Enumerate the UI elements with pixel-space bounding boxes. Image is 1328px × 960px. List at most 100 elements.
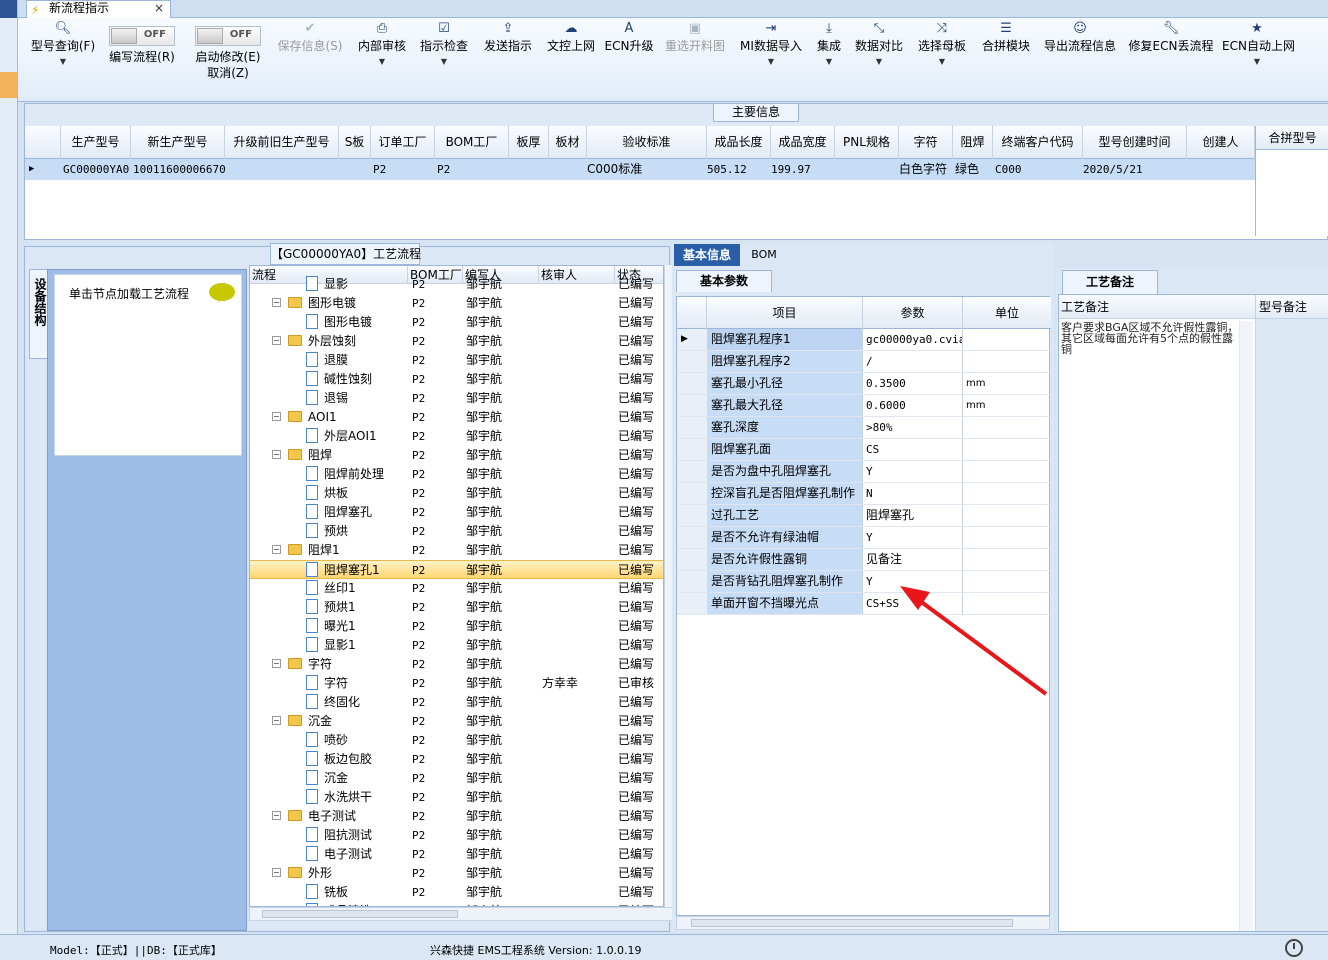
tree-cell-writer[interactable]: 邹宇航 xyxy=(466,332,538,351)
tree-cell-writer[interactable]: 邹宇航 xyxy=(466,883,538,902)
table-cell[interactable] xyxy=(551,159,587,180)
table-cell[interactable]: P2 xyxy=(437,159,509,180)
process-tree-row[interactable]: 预烘 P2 邹宇航 已编写 xyxy=(250,522,663,541)
table-cell[interactable]: C000 xyxy=(995,159,1083,180)
table-cell[interactable]: 10011600006670 xyxy=(133,159,225,180)
tree-cell-factory[interactable]: P2 xyxy=(412,579,462,598)
tree-cell-reviewer[interactable] xyxy=(542,655,614,674)
tree-cell-status[interactable]: 已编写 xyxy=(618,579,662,598)
integrate-button[interactable]: ⤓ 集成 ▼ xyxy=(812,18,846,102)
tree-cell-writer[interactable]: 邹宇航 xyxy=(466,522,538,541)
tree-cell-name[interactable]: 退锡 xyxy=(324,389,408,408)
tree-cell-name[interactable]: 沉金 xyxy=(308,712,408,731)
param-item[interactable]: 阻焊塞孔面 xyxy=(707,439,863,460)
process-tree-row[interactable]: 阻抗测试 P2 邹宇航 已编写 xyxy=(250,826,663,845)
column-header[interactable]: 生产型号 xyxy=(61,126,131,159)
param-row[interactable]: 塞孔深度 >80% xyxy=(677,417,1051,439)
tree-cell-name[interactable]: 喷砂 xyxy=(324,731,408,750)
process-tree-row[interactable]: 电子测试 P2 邹宇航 已编写 xyxy=(250,845,663,864)
tree-cell-name[interactable]: 沉金 xyxy=(324,769,408,788)
tree-cell-status[interactable]: 已编写 xyxy=(618,636,662,655)
param-value[interactable]: 0.6000 xyxy=(863,395,963,416)
tree-cell-status[interactable]: 已编写 xyxy=(618,561,662,580)
expand-toggle-icon[interactable]: − xyxy=(272,450,281,459)
param-unit[interactable] xyxy=(963,329,1051,350)
left-navigation-strip[interactable] xyxy=(0,0,18,960)
tree-cell-writer[interactable]: 邹宇航 xyxy=(466,294,538,313)
tree-cell-name[interactable]: 电子测试 xyxy=(324,845,408,864)
process-tree-row[interactable]: − 阻焊 P2 邹宇航 已编写 xyxy=(250,446,663,465)
tree-cell-writer[interactable]: 邹宇航 xyxy=(466,351,538,370)
process-tree-row[interactable]: 外层AOI1 P2 邹宇航 已编写 xyxy=(250,427,663,446)
row-indicator[interactable] xyxy=(677,571,707,592)
tree-cell-reviewer[interactable] xyxy=(542,826,614,845)
tree-cell-name[interactable]: 电子测试 xyxy=(308,807,408,826)
param-unit[interactable] xyxy=(963,527,1051,548)
tree-cell-status[interactable]: 已编写 xyxy=(618,769,662,788)
param-row[interactable]: 是否不允许有绿油帽 Y xyxy=(677,527,1051,549)
tab-bom[interactable]: BOM xyxy=(744,244,784,266)
tree-cell-status[interactable]: 已编写 xyxy=(618,503,662,522)
process-tree-row[interactable]: 退膜 P2 邹宇航 已编写 xyxy=(250,351,663,370)
process-tree-row[interactable]: 阻焊塞孔1 P2 邹宇航 已编写 xyxy=(250,560,663,580)
fix-ecn-lost-process-button[interactable]: 🔧︎ 修复ECN丢流程 xyxy=(1128,18,1214,102)
tree-cell-factory[interactable]: P2 xyxy=(412,522,462,541)
tab-process-notes[interactable]: 工艺备注 xyxy=(1062,270,1158,294)
tree-cell-reviewer[interactable] xyxy=(542,617,614,636)
tree-cell-writer[interactable]: 邹宇航 xyxy=(466,561,538,580)
tree-cell-name[interactable]: 阻抗测试 xyxy=(324,826,408,845)
tree-cell-reviewer[interactable] xyxy=(542,883,614,902)
tree-cell-name[interactable]: 图形电镀 xyxy=(308,294,408,313)
param-item[interactable]: 单面开窗不挡曝光点 xyxy=(707,593,863,614)
scroll-thumb[interactable] xyxy=(262,910,458,918)
tree-cell-name[interactable]: 阻焊塞孔 xyxy=(324,503,408,522)
tree-cell-status[interactable]: 已编写 xyxy=(618,484,662,503)
start-modify-toggle[interactable]: OFF 启动修改(E) 取消(Z) xyxy=(190,18,266,102)
table-cell[interactable]: 199.97 xyxy=(771,159,835,180)
param-row[interactable]: 阻焊塞孔面 CS xyxy=(677,439,1051,461)
tree-cell-status[interactable]: 已编写 xyxy=(618,465,662,484)
param-unit[interactable] xyxy=(963,549,1051,570)
column-header[interactable]: 成品宽度 xyxy=(771,126,835,159)
row-indicator[interactable] xyxy=(677,593,707,614)
tree-cell-status[interactable]: 已编写 xyxy=(618,883,662,902)
process-tree-row[interactable]: 阻焊前处理 P2 邹宇航 已编写 xyxy=(250,465,663,484)
tree-cell-writer[interactable]: 邹宇航 xyxy=(466,408,538,427)
tree-cell-name[interactable]: 碱性蚀刻 xyxy=(324,370,408,389)
tree-cell-name[interactable]: 字符 xyxy=(324,674,408,693)
tree-cell-reviewer[interactable] xyxy=(542,598,614,617)
tree-cell-factory[interactable]: P2 xyxy=(412,503,462,522)
tree-cell-name[interactable]: 外层AOI1 xyxy=(324,427,408,446)
process-tree-row[interactable]: 板边包胶 P2 邹宇航 已编写 xyxy=(250,750,663,769)
process-tree-row[interactable]: 水洗烘干 P2 邹宇航 已编写 xyxy=(250,788,663,807)
tree-cell-status[interactable]: 已编写 xyxy=(618,864,662,883)
tree-cell-name[interactable]: 终固化 xyxy=(324,693,408,712)
column-header[interactable]: PNL规格 xyxy=(835,126,899,159)
toggle-switch[interactable]: OFF xyxy=(195,26,261,46)
param-item[interactable]: 是否不允许有绿油帽 xyxy=(707,527,863,548)
column-header[interactable]: 创建人 xyxy=(1187,126,1255,159)
tree-cell-name[interactable]: 曝光1 xyxy=(324,617,408,636)
select-mother-board-button[interactable]: ⤨ 选择母板 ▼ xyxy=(914,18,970,102)
tree-cell-status[interactable]: 已编写 xyxy=(618,427,662,446)
tree-cell-reviewer[interactable] xyxy=(542,579,614,598)
row-indicator[interactable] xyxy=(677,417,707,438)
tree-cell-factory[interactable]: P2 xyxy=(412,541,462,560)
process-tree-row[interactable]: 阻焊塞孔 P2 邹宇航 已编写 xyxy=(250,503,663,522)
row-indicator[interactable] xyxy=(677,549,707,570)
tree-cell-status[interactable]: 已编写 xyxy=(618,845,662,864)
tree-cell-reviewer[interactable] xyxy=(542,712,614,731)
table-cell[interactable] xyxy=(227,159,339,180)
table-row[interactable]: ▶ GC00000YA0 10011600006670 P2 P2 C000标准… xyxy=(25,159,1255,180)
table-cell[interactable] xyxy=(1189,159,1255,180)
tree-cell-name[interactable]: 预烘 xyxy=(324,522,408,541)
tree-cell-writer[interactable]: 邹宇航 xyxy=(466,826,538,845)
tree-horizontal-scrollbar[interactable] xyxy=(249,907,676,921)
tree-cell-status[interactable]: 已编写 xyxy=(618,275,662,294)
tree-cell-writer[interactable]: 邹宇航 xyxy=(466,845,538,864)
save-info-button[interactable]: ✔ 保存信息(S) xyxy=(274,18,346,102)
tree-cell-reviewer[interactable] xyxy=(542,636,614,655)
write-process-toggle[interactable]: OFF 编写流程(R) xyxy=(106,18,178,102)
table-cell[interactable] xyxy=(511,159,549,180)
param-value[interactable]: Y xyxy=(863,571,963,592)
